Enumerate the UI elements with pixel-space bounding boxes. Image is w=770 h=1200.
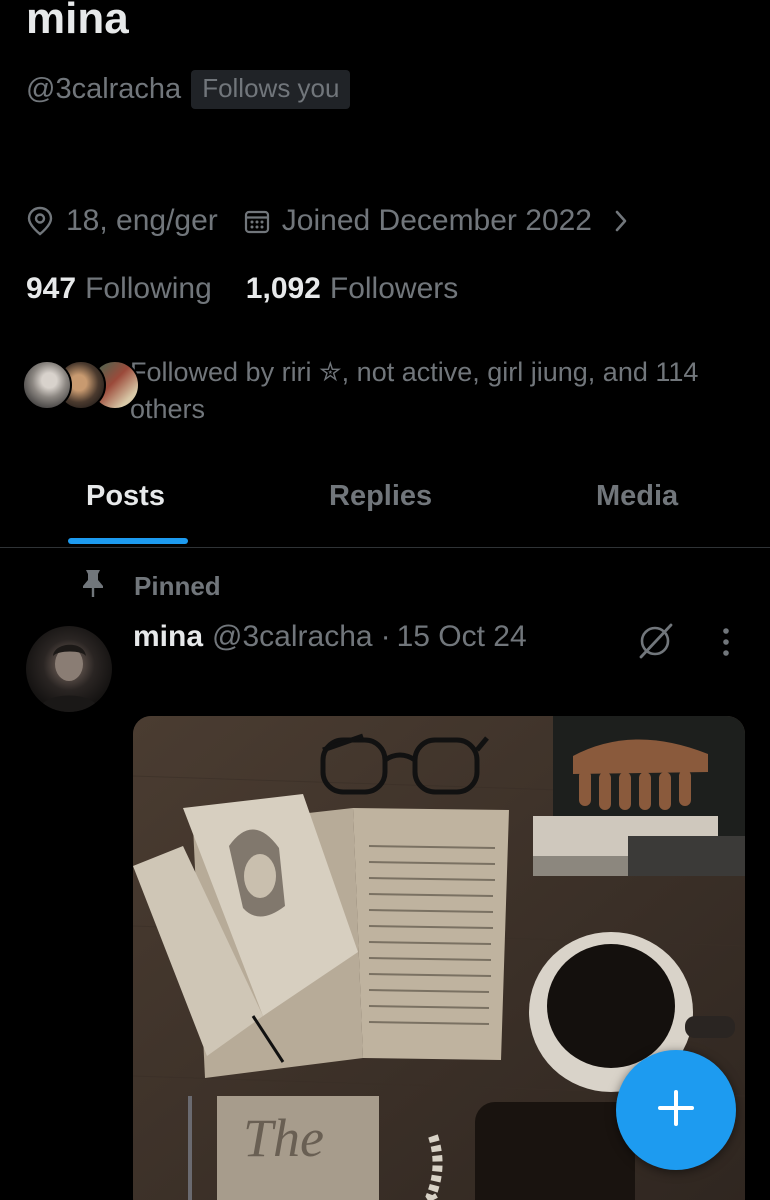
location-text: 18, eng/ger [66,204,218,237]
followed-by-text: Followed by riri ✮, not active, girl jiu… [130,357,699,424]
post-date[interactable]: 15 Oct 24 [397,620,527,654]
tab-media[interactable]: Media [596,480,678,513]
tab-replies[interactable]: Replies [329,480,432,513]
active-tab-indicator [68,538,188,544]
more-vertical-icon[interactable] [716,626,736,663]
post-separator: · [380,620,391,653]
following-label: Following [85,272,212,305]
followed-by-avatars [22,354,140,410]
grok-icon[interactable] [636,620,676,665]
avatar [22,360,72,410]
followers-stat[interactable]: 1,092 Followers [246,272,458,306]
profile-display-name: mina [26,0,129,43]
post-header: mina @3calracha · 15 Oct 24 [133,620,527,654]
joined-text: Joined December 2022 [281,204,592,237]
location-pin-icon [26,206,54,236]
following-stat[interactable]: 947 Following [26,272,212,306]
post-author-name[interactable]: mina [133,620,203,654]
compose-post-button[interactable] [616,1050,736,1170]
chevron-right-icon[interactable] [614,209,628,233]
handle-row: @3calracha Follows you [26,70,351,109]
profile-meta: 18, eng/ger Joined December 2022 [26,204,628,238]
followers-label: Followers [329,272,459,305]
location-item: 18, eng/ger [26,204,218,238]
following-count: 947 [26,272,77,305]
svg-text:The: The [243,1108,324,1168]
post-author-avatar[interactable] [26,626,112,712]
follows-you-badge: Follows you [191,70,351,109]
pinned-label: Pinned [134,571,221,601]
tab-posts[interactable]: Posts [86,480,165,513]
profile-tabs: Posts Replies Media [0,470,770,548]
profile-handle: @3calracha [26,73,182,105]
pinned-indicator: Pinned [80,568,221,605]
followed-by[interactable]: Followed by riri ✮, not active, girl jiu… [22,354,740,428]
joined-item[interactable]: Joined December 2022 [244,204,628,238]
pin-icon [80,568,106,605]
followers-count: 1,092 [245,272,321,305]
calendar-icon [244,208,270,234]
post-author-handle[interactable]: @3calracha [212,620,373,654]
follow-stats: 947 Following 1,092 Followers [26,272,458,306]
plus-icon [656,1088,696,1133]
